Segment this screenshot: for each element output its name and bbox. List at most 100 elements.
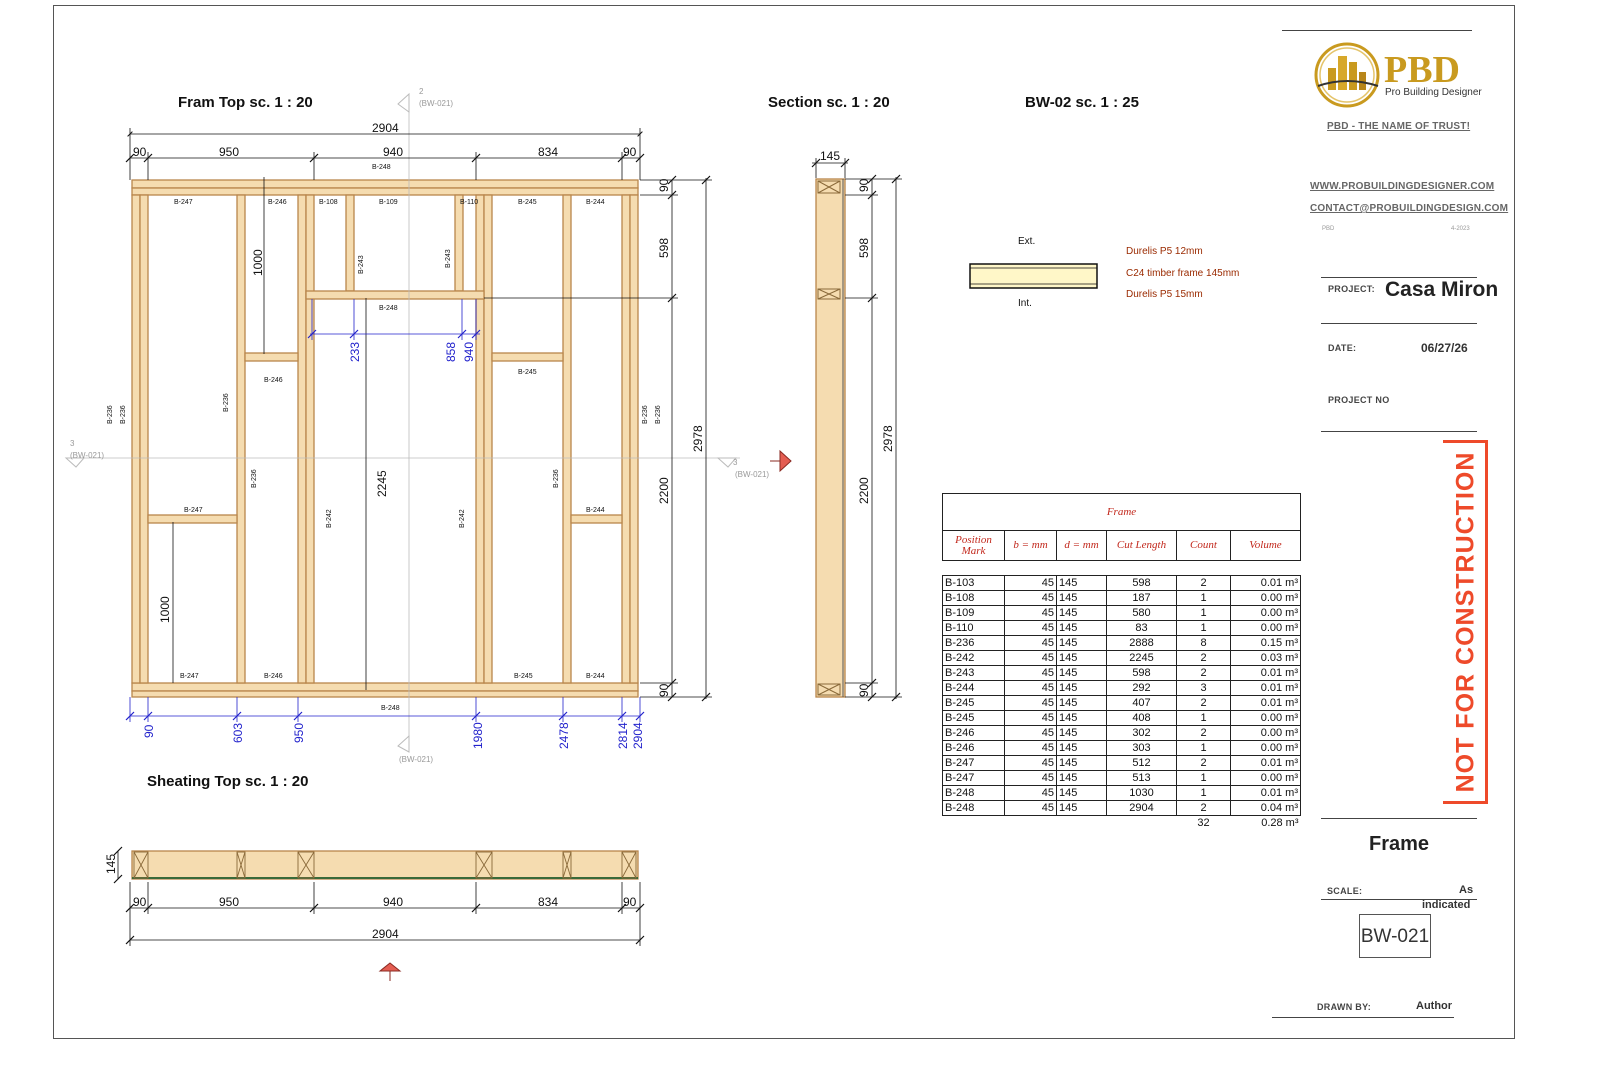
- schedule-cell: 1: [1176, 620, 1231, 636]
- tag: B-245: [518, 199, 537, 206]
- view-direction-arrow-icon[interactable]: [378, 962, 402, 981]
- schedule-title: Frame: [942, 493, 1301, 531]
- email-link[interactable]: CONTACT@PROBUILDINGDESIGN.COM: [1310, 203, 1508, 214]
- small-note-left: PBD: [1322, 226, 1335, 232]
- schedule-cell: 2: [1176, 575, 1231, 591]
- tag: B-236: [251, 469, 258, 488]
- scale-value-2: indicated: [1422, 899, 1471, 911]
- schedule-cell: B-110: [942, 620, 1005, 636]
- schedule-cell: 45: [1004, 650, 1057, 666]
- schedule-cell: 187: [1106, 590, 1177, 606]
- schedule-row: B-236 45 145 2888 8 0.15 m³: [942, 635, 1301, 651]
- schedule-cell: 512: [1106, 755, 1177, 771]
- marker-ref: (BW-021): [399, 755, 433, 764]
- header: [305, 290, 485, 300]
- dim-bottom: 2904: [631, 722, 645, 749]
- logo-subtitle: Pro Building Designer: [1385, 87, 1482, 98]
- stud: [621, 194, 631, 684]
- pbd-logo: [1314, 42, 1380, 108]
- schedule-cell: 45: [1004, 785, 1057, 801]
- dim-top-seg: 90: [133, 145, 147, 159]
- schedule-cell: 2: [1176, 665, 1231, 681]
- tag: B-236: [655, 405, 662, 424]
- schedule-cell: 513: [1106, 770, 1177, 786]
- sheathing-dim: 145: [104, 854, 118, 874]
- tag: B-242: [459, 509, 466, 528]
- schedule-cell: 45: [1004, 725, 1057, 741]
- tag: B-236: [120, 405, 127, 424]
- dim-inner: 858: [444, 342, 458, 362]
- schedule-cell: B-244: [942, 680, 1005, 696]
- dim-bottom: 1980: [471, 722, 485, 749]
- schedule-cell: B-247: [942, 755, 1005, 771]
- schedule-cell: 145: [1056, 680, 1107, 696]
- tag-top-plate: B-248: [372, 164, 391, 171]
- schedule-cell: 45: [1004, 740, 1057, 756]
- website-link[interactable]: WWW.PROBUILDINGDESIGNER.COM: [1310, 181, 1494, 192]
- legend-int: Int.: [1018, 298, 1032, 309]
- schedule-cell: B-243: [942, 665, 1005, 681]
- dim-overall-width: 2904: [372, 121, 399, 135]
- schedule-cell: 2: [1176, 755, 1231, 771]
- schedule-cell: 145: [1056, 575, 1107, 591]
- schedule-cell: 2904: [1106, 800, 1177, 816]
- cripple-stud: [454, 194, 464, 292]
- tag: B-244: [586, 673, 605, 680]
- tag: B-246: [264, 377, 283, 384]
- schedule-cell: 45: [1004, 605, 1057, 621]
- schedule-row: B-109 45 145 580 1 0.00 m³: [942, 605, 1301, 621]
- tag: B-246: [268, 199, 287, 206]
- schedule-cell: 0.00 m³: [1230, 710, 1301, 726]
- schedule-cell: 408: [1106, 710, 1177, 726]
- slogan: PBD - THE NAME OF TRUST!: [1327, 121, 1471, 132]
- stud: [562, 194, 572, 684]
- schedule-row: B-244 45 145 292 3 0.01 m³: [942, 680, 1301, 696]
- schedule-cell: B-246: [942, 725, 1005, 741]
- schedule-cell: 2245: [1106, 650, 1177, 666]
- view-direction-arrow-icon[interactable]: [770, 449, 792, 473]
- schedule-cell: 0.04 m³: [1230, 800, 1301, 816]
- schedule-cell: B-242: [942, 650, 1005, 666]
- schedule-row: B-108 45 145 187 1 0.00 m³: [942, 590, 1301, 606]
- marker-ref: (BW-021): [419, 99, 453, 108]
- schedule-cell: 1: [1176, 740, 1231, 756]
- sheet-name: Frame: [1369, 833, 1430, 855]
- tag: B-247: [174, 199, 193, 206]
- top-plate: [131, 179, 639, 189]
- schedule-header: Volume: [1230, 530, 1301, 561]
- tag: B-245: [518, 369, 537, 376]
- schedule-cell: 1: [1176, 785, 1231, 801]
- tag: B-248: [381, 705, 400, 712]
- project-value: Casa Miron: [1385, 278, 1499, 301]
- tag: B-236: [223, 393, 230, 412]
- tag: B-236: [642, 405, 649, 424]
- schedule-cell: 45: [1004, 575, 1057, 591]
- dim-bottom: 603: [231, 723, 245, 743]
- schedule-row: B-242 45 145 2245 2 0.03 m³: [942, 650, 1301, 666]
- dim-bottom: 2814: [616, 722, 630, 749]
- schedule-cell: 145: [1056, 710, 1107, 726]
- drawn-by-label: DRAWN BY:: [1317, 1002, 1372, 1012]
- schedule-cell: 303: [1106, 740, 1177, 756]
- section-marker-icon[interactable]: [397, 92, 410, 113]
- schedule-cell: 145: [1056, 755, 1107, 771]
- schedule-cell: 0.00 m³: [1230, 740, 1301, 756]
- schedule-cell: 145: [1056, 605, 1107, 621]
- divider: [1282, 30, 1472, 31]
- dim-bottom: 90: [142, 724, 156, 738]
- schedule-cell: 45: [1004, 710, 1057, 726]
- sheathing-dim: 834: [538, 895, 558, 909]
- marker-num: 3: [70, 439, 75, 448]
- schedule-cell: 45: [1004, 590, 1057, 606]
- schedule-cell: 8: [1176, 635, 1231, 651]
- schedule-cell: B-236: [942, 635, 1005, 651]
- schedule-cell: 145: [1056, 635, 1107, 651]
- divider: [1321, 431, 1477, 432]
- section-marker-icon[interactable]: [397, 734, 410, 753]
- schedule-row: B-243 45 145 598 2 0.01 m³: [942, 665, 1301, 681]
- tag: B-110: [460, 199, 478, 206]
- schedule-cell: 3: [1176, 680, 1231, 696]
- tag: B-236: [553, 469, 560, 488]
- schedule-cell: 2: [1176, 725, 1231, 741]
- section-dim: 90: [857, 683, 871, 697]
